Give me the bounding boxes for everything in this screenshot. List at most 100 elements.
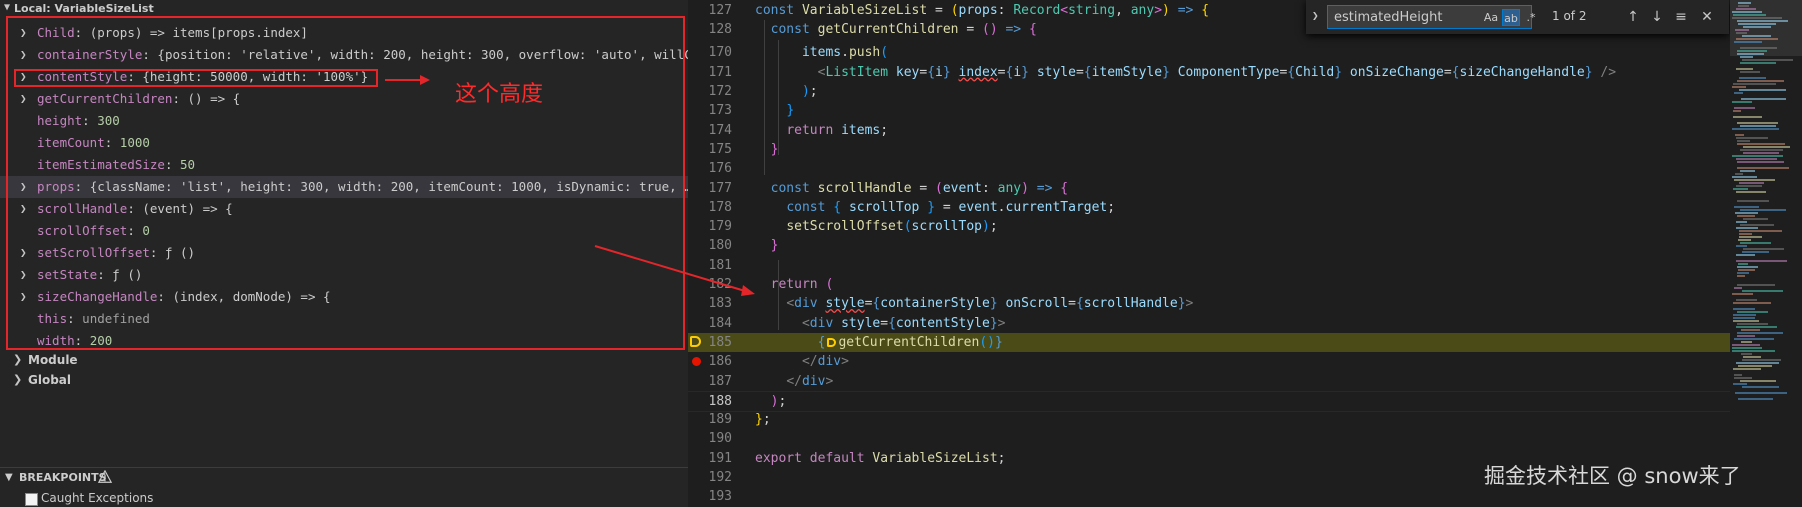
chevron-right-icon[interactable]: ❯ xyxy=(20,286,32,308)
find-widget: ❯ Aa ab .* 1 of 2 ↑ ↓ ≡ ✕ xyxy=(1306,0,1729,34)
variable-row-props[interactable]: ❯ props: {className: 'list', height: 300,… xyxy=(0,176,688,198)
minimap-line xyxy=(1732,128,1779,130)
variable-row-size-change-handle[interactable]: ❯ sizeChangeHandle: (index, domNode) => { xyxy=(0,286,688,308)
chevron-down-icon[interactable]: ▼ xyxy=(4,2,10,13)
code-line[interactable]: 178 const { scrollTop } = event.currentT… xyxy=(688,198,1730,217)
match-case-toggle[interactable]: Aa xyxy=(1482,9,1500,26)
scope-global[interactable]: ❯ Global xyxy=(0,369,688,391)
minimap[interactable] xyxy=(1730,0,1802,507)
minimap-line xyxy=(1737,266,1758,268)
minimap-line xyxy=(1737,215,1755,217)
find-match-count: 1 of 2 xyxy=(1552,9,1587,23)
minimap-line xyxy=(1733,110,1741,112)
code-line[interactable]: 182 return ( xyxy=(688,275,1730,294)
minimap-line xyxy=(1743,152,1779,154)
code-text: const getCurrentChildren = () => { xyxy=(770,22,1037,38)
minimap-line xyxy=(1736,299,1757,301)
chevron-down-icon[interactable]: ▼ xyxy=(5,468,13,488)
code-line[interactable]: 175 } xyxy=(688,140,1730,159)
code-line[interactable]: 172 ); xyxy=(688,82,1730,101)
minimap-line xyxy=(1742,290,1783,292)
code-line[interactable]: 190 xyxy=(688,429,1730,448)
minimap-line xyxy=(1734,287,1742,289)
minimap-line xyxy=(1743,26,1771,28)
previous-match-icon[interactable]: ↑ xyxy=(1624,7,1642,27)
line-number: 128 xyxy=(708,22,732,38)
code-line[interactable]: 176 xyxy=(688,159,1730,178)
minimap-line xyxy=(1736,185,1762,187)
code-text: <div style={containerStyle} onScroll={sc… xyxy=(786,296,1194,312)
variable-text: setState: ƒ () xyxy=(37,264,142,286)
debug-sidebar: ▼ Local: VariableSizeList ❯ Child: (props… xyxy=(0,0,688,507)
chevron-right-icon[interactable]: ❯ xyxy=(20,66,32,88)
code-line[interactable]: 189}; xyxy=(688,410,1730,429)
code-line[interactable]: 179 setScrollOffset(scrollTop); xyxy=(688,217,1730,236)
paused-breakpoint-icon[interactable] xyxy=(690,335,701,347)
chevron-right-icon[interactable]: ❯ xyxy=(13,349,22,371)
variable-row-set-state[interactable]: ❯ setState: ƒ () xyxy=(0,264,688,286)
line-number: 191 xyxy=(708,450,732,466)
chevron-right-icon[interactable]: ❯ xyxy=(20,264,32,286)
line-number: 127 xyxy=(708,3,732,18)
variable-name: width xyxy=(37,333,75,348)
chevron-right-icon[interactable]: ❯ xyxy=(20,176,32,198)
minimap-line xyxy=(1733,83,1776,85)
watermark: 掘金技术社区 @ snow来了 xyxy=(1484,464,1741,488)
find-in-selection-icon[interactable]: ≡ xyxy=(1672,7,1690,27)
variable-row-scroll-offset[interactable]: scrollOffset: 0 xyxy=(0,220,688,242)
variable-row-height[interactable]: height: 300 xyxy=(0,110,688,132)
variable-text: this: undefined xyxy=(37,308,150,330)
chevron-right-icon[interactable]: ❯ xyxy=(20,88,32,110)
variable-row-container-style[interactable]: ❯ containerStyle: {position: 'relative', … xyxy=(0,44,688,66)
code-editor[interactable]: 127 const VariableSizeList = (props: Reco… xyxy=(688,0,1730,507)
variable-separator: : xyxy=(82,113,98,128)
scope-module[interactable]: ❯ Module xyxy=(0,349,688,371)
variable-row-this[interactable]: this: undefined xyxy=(0,308,688,330)
variable-value: undefined xyxy=(82,311,150,326)
chevron-right-icon[interactable]: ❯ xyxy=(20,198,32,220)
code-line[interactable]: 184 <div style={contentStyle}> xyxy=(688,314,1730,333)
code-line[interactable]: 171 <ListItem key={i} index={i} style={i… xyxy=(688,63,1730,82)
code-line[interactable]: 185 {getCurrentChildren()} xyxy=(688,332,1730,352)
variable-row-content-style[interactable]: ❯ contentStyle: {height: 50000, width: '1… xyxy=(0,66,688,88)
chevron-right-icon[interactable]: ❯ xyxy=(20,22,32,44)
variable-row-item-estimated-size[interactable]: itemEstimatedSize: 50 xyxy=(0,154,688,176)
whole-word-toggle[interactable]: ab xyxy=(1502,9,1520,26)
minimap-line xyxy=(1740,224,1774,226)
variable-value: {height: 50000, width: '100%'} xyxy=(142,69,369,84)
code-line[interactable]: 187 </div> xyxy=(688,372,1730,391)
regex-toggle[interactable]: .* xyxy=(1522,9,1540,26)
variable-row-get-current-children[interactable]: ❯ getCurrentChildren: () => { xyxy=(0,88,688,110)
minimap-line xyxy=(1737,323,1768,325)
chevron-right-icon[interactable]: ❯ xyxy=(20,242,32,264)
close-icon[interactable]: ✕ xyxy=(1698,7,1716,27)
minimap-line xyxy=(1737,284,1775,286)
variable-row--child[interactable]: ❯ Child: (props) => items[props.index] xyxy=(0,22,688,44)
code-line[interactable]: 181 xyxy=(688,256,1730,275)
code-line[interactable]: 173 } xyxy=(688,101,1730,120)
next-match-icon[interactable]: ↓ xyxy=(1648,7,1666,27)
variable-row-item-count[interactable]: itemCount: 1000 xyxy=(0,132,688,154)
minimap-line xyxy=(1732,350,1775,352)
code-line[interactable]: 183 <div style={containerStyle} onScroll… xyxy=(688,294,1730,313)
variable-row-set-scroll-offset[interactable]: ❯ setScrollOffset: ƒ () xyxy=(0,242,688,264)
chevron-right-icon[interactable]: ❯ xyxy=(1312,9,1319,22)
scope-header[interactable]: ▼ Local: VariableSizeList xyxy=(0,0,688,18)
caught-exceptions-checkbox[interactable] xyxy=(25,493,38,506)
code-line[interactable]: 188 ); xyxy=(688,390,1730,412)
breakpoints-header[interactable]: ▼ BREAKPOINTS xyxy=(0,468,688,488)
line-number: 177 xyxy=(708,180,732,196)
variable-text: scrollHandle: (event) => { xyxy=(37,198,233,220)
code-line[interactable]: 174 return items; xyxy=(688,121,1730,140)
minimap-line xyxy=(1743,146,1790,148)
code-line[interactable]: 186 </div> xyxy=(688,352,1730,371)
chevron-right-icon[interactable]: ❯ xyxy=(13,369,22,391)
variable-row-scroll-handle[interactable]: ❯ scrollHandle: (event) => { xyxy=(0,198,688,220)
breakpoint-item[interactable]: Caught Exceptions xyxy=(0,490,688,507)
code-line[interactable]: 177 const scrollHandle = (event: any) =>… xyxy=(688,179,1730,198)
minimap-line xyxy=(1732,176,1757,178)
code-line[interactable]: 170 items.push( xyxy=(688,43,1730,62)
code-line[interactable]: 193 xyxy=(688,487,1730,506)
chevron-right-icon[interactable]: ❯ xyxy=(20,44,32,66)
code-line[interactable]: 180 } xyxy=(688,236,1730,255)
